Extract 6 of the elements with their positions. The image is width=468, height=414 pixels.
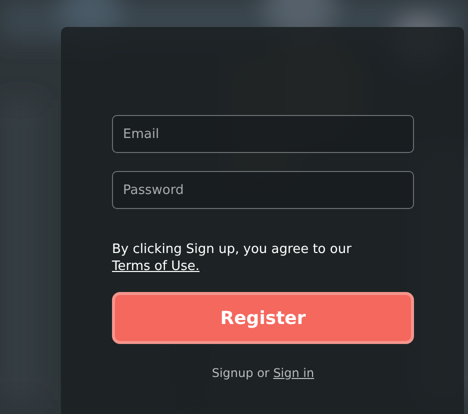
input-field[interactable]: Email [112, 115, 414, 153]
signin-prompt: Signup or Sign in [210, 366, 316, 380]
input-field[interactable]: Password [112, 171, 414, 209]
terms-text: By clicking Sign up, you agree to our Terms of Use. [112, 241, 352, 275]
terms-link[interactable]: Terms of Use. [112, 259, 200, 274]
signin-link[interactable]: Sign in [273, 366, 314, 380]
